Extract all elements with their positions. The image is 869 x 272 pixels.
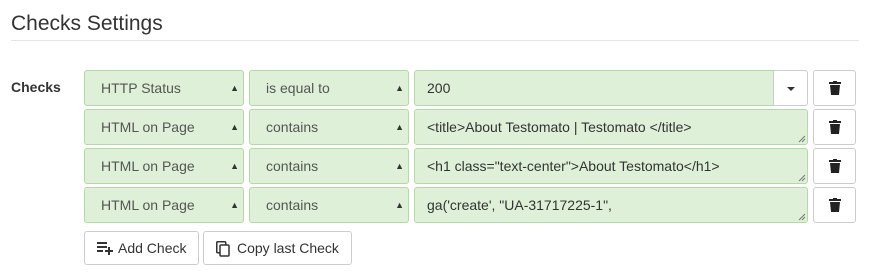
check-operator-select[interactable]: contains ▲︎ [249, 109, 409, 145]
check-value-textarea[interactable]: <h1 class="text-center">About Testomato<… [414, 148, 808, 184]
trash-icon [829, 198, 841, 212]
checks-label: Checks [11, 79, 61, 95]
copy-icon [216, 241, 230, 257]
select-arrows-icon: ▲︎ [230, 200, 239, 210]
check-operator-value: contains [266, 158, 319, 174]
value-dropdown-button[interactable] [773, 70, 808, 106]
select-arrows-icon: ▲︎ [230, 161, 239, 171]
caret-down-icon [787, 87, 795, 91]
resize-handle-icon[interactable] [797, 134, 806, 143]
trash-icon [829, 120, 841, 134]
select-arrows-icon: ▲︎ [230, 83, 239, 93]
select-arrows-icon: ▲︎ [395, 161, 404, 171]
check-row: HTTP Status ▲︎ is equal to ▲︎ 200 [84, 70, 856, 106]
check-type-select[interactable]: HTTP Status ▲︎ [84, 70, 244, 106]
add-check-label: Add Check [118, 240, 187, 256]
delete-check-button[interactable] [813, 70, 856, 106]
check-type-value: HTTP Status [101, 80, 181, 96]
playlist-add-icon [97, 242, 113, 255]
check-operator-select[interactable]: contains ▲︎ [249, 187, 409, 223]
select-arrows-icon: ▲︎ [230, 122, 239, 132]
check-type-value: HTML on Page [101, 158, 195, 174]
add-check-button[interactable]: Add Check [84, 231, 199, 265]
check-type-value: HTML on Page [101, 197, 195, 213]
page-title: Checks Settings [11, 12, 163, 35]
select-arrows-icon: ▲︎ [395, 83, 404, 93]
delete-check-button[interactable] [813, 187, 856, 223]
check-value-text: <h1 class="text-center">About Testomato<… [427, 158, 720, 174]
copy-last-check-button[interactable]: Copy last Check [203, 231, 352, 265]
check-value-input[interactable]: 200 [414, 70, 774, 106]
check-operator-select[interactable]: contains ▲︎ [249, 148, 409, 184]
check-type-select[interactable]: HTML on Page ▲︎ [84, 148, 244, 184]
check-type-value: HTML on Page [101, 119, 195, 135]
select-arrows-icon: ▲︎ [395, 200, 404, 210]
check-operator-select[interactable]: is equal to ▲︎ [249, 70, 409, 106]
check-row: HTML on Page ▲︎ contains ▲︎ <h1 class="t… [84, 148, 856, 184]
check-operator-value: contains [266, 197, 319, 213]
delete-check-button[interactable] [813, 109, 856, 145]
resize-handle-icon[interactable] [797, 173, 806, 182]
resize-handle-icon[interactable] [797, 212, 806, 221]
copy-last-check-label: Copy last Check [237, 240, 339, 256]
check-row: HTML on Page ▲︎ contains ▲︎ ga('create',… [84, 187, 856, 223]
trash-icon [829, 159, 841, 173]
delete-check-button[interactable] [813, 148, 856, 184]
select-arrows-icon: ▲︎ [395, 122, 404, 132]
check-value-text: ga('create', "UA-31717225-1", [427, 197, 612, 213]
check-value-textarea[interactable]: ga('create', "UA-31717225-1", [414, 187, 808, 223]
check-type-select[interactable]: HTML on Page ▲︎ [84, 187, 244, 223]
check-row: HTML on Page ▲︎ contains ▲︎ <title>About… [84, 109, 856, 145]
trash-icon [829, 81, 841, 95]
check-type-select[interactable]: HTML on Page ▲︎ [84, 109, 244, 145]
check-value-textarea[interactable]: <title>About Testomato | Testomato </tit… [414, 109, 808, 145]
check-value-text: <title>About Testomato | Testomato </tit… [427, 119, 692, 135]
check-operator-value: contains [266, 119, 319, 135]
check-operator-value: is equal to [266, 80, 330, 96]
title-divider [11, 40, 859, 41]
